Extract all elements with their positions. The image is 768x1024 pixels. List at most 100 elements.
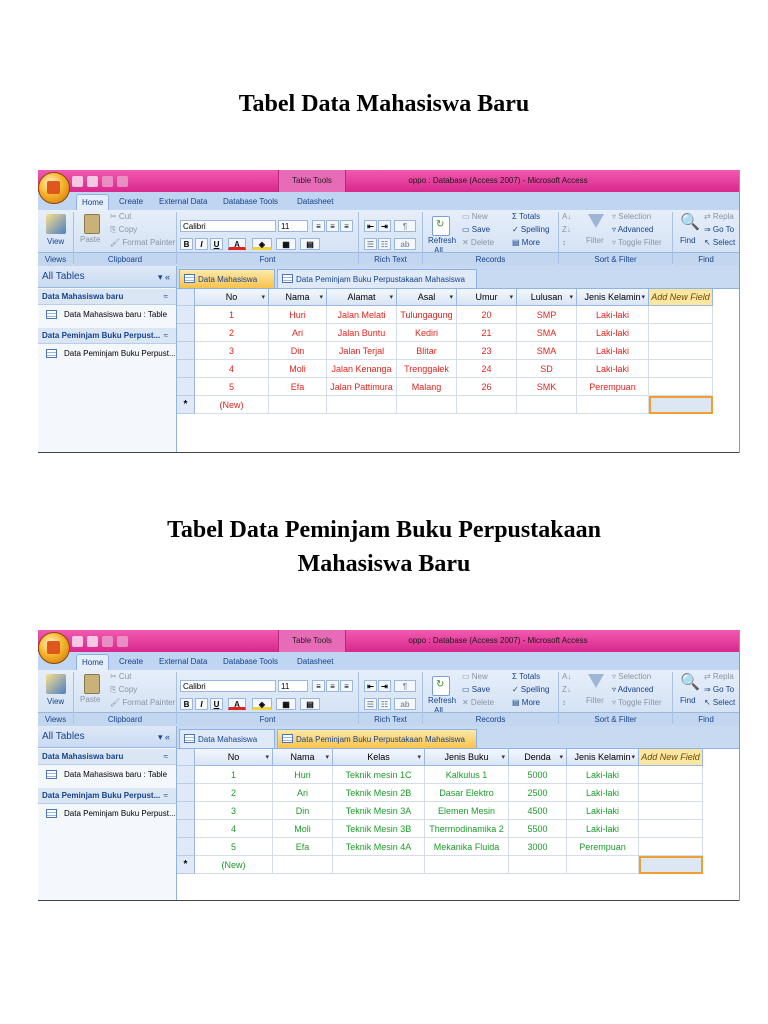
column-dropdown-icon[interactable]: ▾ — [641, 289, 645, 306]
column-header[interactable]: Lulusan ▾ — [517, 289, 577, 306]
font-color-button[interactable]: A — [228, 698, 246, 710]
nav-group-2[interactable]: Data Peminjam Buku Perpust... ≈ — [38, 328, 176, 344]
table-cell[interactable]: Mekanika Fluida — [425, 838, 509, 856]
filter-button[interactable]: Filter — [586, 696, 604, 705]
advanced-button[interactable]: ▿ Advanced — [612, 225, 653, 234]
table-cell[interactable]: Huri — [269, 306, 327, 324]
alt-fill-button[interactable]: ▤ — [300, 238, 320, 250]
more-button[interactable]: ▤ More — [512, 238, 540, 247]
font-name-combo[interactable]: Calibri — [180, 220, 276, 232]
column-header[interactable]: Jenis Kelamin ▾ — [567, 749, 639, 766]
alt-fill-button[interactable]: ▤ — [300, 698, 320, 710]
numbering-button[interactable]: ☷ — [378, 698, 391, 710]
totals-button[interactable]: Σ Totals — [512, 212, 540, 221]
new-row-cell[interactable] — [273, 856, 333, 874]
new-row-cell[interactable] — [509, 856, 567, 874]
new-row-cell[interactable] — [333, 856, 425, 874]
decrease-indent-button[interactable]: ⇤ — [364, 220, 377, 232]
table-cell[interactable]: Ari — [269, 324, 327, 342]
align-right-button[interactable]: ≡ — [340, 680, 353, 692]
column-dropdown-icon[interactable]: ▾ — [569, 289, 573, 306]
paragraph-button[interactable]: ¶ — [394, 680, 416, 692]
row-selector[interactable] — [177, 324, 195, 342]
underline-button[interactable]: U — [210, 698, 223, 710]
bold-button[interactable]: B — [180, 238, 193, 250]
font-color-button[interactable]: A — [228, 238, 246, 250]
table-cell[interactable]: Laki-laki — [567, 802, 639, 820]
sort-descending-icon[interactable]: Z↓ — [562, 685, 571, 694]
table-cell[interactable]: Jalan Pattimura — [327, 378, 397, 396]
row-selector[interactable] — [177, 838, 195, 856]
save-icon[interactable] — [72, 175, 83, 187]
select-button[interactable]: ↖ Select — [704, 238, 735, 247]
row-selector[interactable] — [177, 378, 195, 396]
align-left-button[interactable]: ≡ — [312, 220, 325, 232]
office-button[interactable] — [38, 632, 70, 664]
table-cell[interactable]: Moli — [273, 820, 333, 838]
table-cell[interactable]: 2500 — [509, 784, 567, 802]
nav-table-item-2[interactable]: Data Peminjam Buku Perpust... — [38, 805, 176, 823]
new-row-cell[interactable] — [577, 396, 649, 414]
table-cell[interactable]: 3000 — [509, 838, 567, 856]
new-row-cell[interactable] — [567, 856, 639, 874]
nav-header[interactable]: All Tables ▾ « — [38, 266, 176, 288]
replace-button[interactable]: ⇄ Repla — [704, 672, 734, 681]
document-tab-1[interactable]: Data Mahasiswa baru — [179, 729, 275, 763]
font-name-combo[interactable]: Calibri — [180, 680, 276, 692]
nav-table-item-1[interactable]: Data Mahasiswa baru : Table — [38, 306, 176, 324]
highlight-button[interactable]: ab — [394, 238, 416, 250]
column-dropdown-icon[interactable]: ▾ — [631, 749, 635, 766]
table-cell[interactable] — [639, 802, 703, 820]
table-cell[interactable]: 4500 — [509, 802, 567, 820]
table-cell[interactable] — [649, 324, 713, 342]
table-cell[interactable]: Ari — [273, 784, 333, 802]
increase-indent-button[interactable]: ⇥ — [378, 220, 391, 232]
document-tab-2[interactable]: Data Peminjam Buku Perpustakaan Mahasisw… — [277, 729, 477, 763]
table-cell[interactable]: 1 — [195, 306, 269, 324]
table-cell[interactable] — [639, 766, 703, 784]
column-dropdown-icon[interactable]: ▾ — [559, 749, 563, 766]
table-cell[interactable]: SMP — [517, 306, 577, 324]
align-center-button[interactable]: ≡ — [326, 220, 339, 232]
nav-group-2[interactable]: Data Peminjam Buku Perpust... ≈ — [38, 788, 176, 804]
add-new-field-header[interactable]: Add New Field — [649, 289, 713, 306]
save-record-button[interactable]: ▭ Save — [462, 225, 490, 234]
table-cell[interactable]: Thermodinamika 2 — [425, 820, 509, 838]
tab-database-tools[interactable]: Database Tools — [218, 654, 283, 670]
sort-ascending-icon[interactable]: A↓ — [562, 212, 571, 221]
table-cell[interactable]: Dasar Elektro — [425, 784, 509, 802]
cut-button[interactable]: ✂ Cut — [110, 672, 131, 681]
table-cell[interactable] — [639, 820, 703, 838]
table-cell[interactable]: Laki-laki — [577, 360, 649, 378]
save-icon[interactable] — [72, 635, 83, 647]
table-cell[interactable]: Teknik Mesin 3B — [333, 820, 425, 838]
bullets-button[interactable]: ☰ — [364, 698, 377, 710]
row-selector[interactable] — [177, 306, 195, 324]
tab-home[interactable]: Home — [76, 654, 110, 671]
nav-table-item-2[interactable]: Data Peminjam Buku Perpust... — [38, 345, 176, 363]
bullets-button[interactable]: ☰ — [364, 238, 377, 250]
column-dropdown-icon[interactable]: ▾ — [325, 749, 329, 766]
document-tab-1[interactable]: Data Mahasiswa baru — [179, 269, 275, 303]
row-selector[interactable] — [177, 360, 195, 378]
spelling-button[interactable]: ✓ Spelling — [512, 225, 549, 234]
table-cell[interactable] — [649, 378, 713, 396]
table-cell[interactable]: Malang — [397, 378, 457, 396]
table-cell[interactable]: Moli — [269, 360, 327, 378]
refresh-all-button[interactable]: Refresh — [428, 236, 456, 245]
redo-icon[interactable] — [102, 635, 113, 647]
italic-button[interactable]: I — [195, 238, 208, 250]
sort-descending-icon[interactable]: Z↓ — [562, 225, 571, 234]
tab-create[interactable]: Create — [114, 654, 148, 670]
decrease-indent-button[interactable]: ⇤ — [364, 680, 377, 692]
column-dropdown-icon[interactable]: ▾ — [509, 289, 513, 306]
font-size-combo[interactable]: 11 — [278, 220, 308, 232]
column-header[interactable]: Alamat ▾ — [327, 289, 397, 306]
table-cell[interactable]: Perempuan — [577, 378, 649, 396]
table-cell[interactable]: SMA — [517, 324, 577, 342]
table-cell[interactable]: SMA — [517, 342, 577, 360]
paste-button[interactable]: Paste — [80, 235, 100, 244]
underline-button[interactable]: U — [210, 238, 223, 250]
nav-menu-chevron-icon[interactable]: ▾ « — [158, 726, 170, 748]
tab-home[interactable]: Home — [76, 194, 110, 211]
